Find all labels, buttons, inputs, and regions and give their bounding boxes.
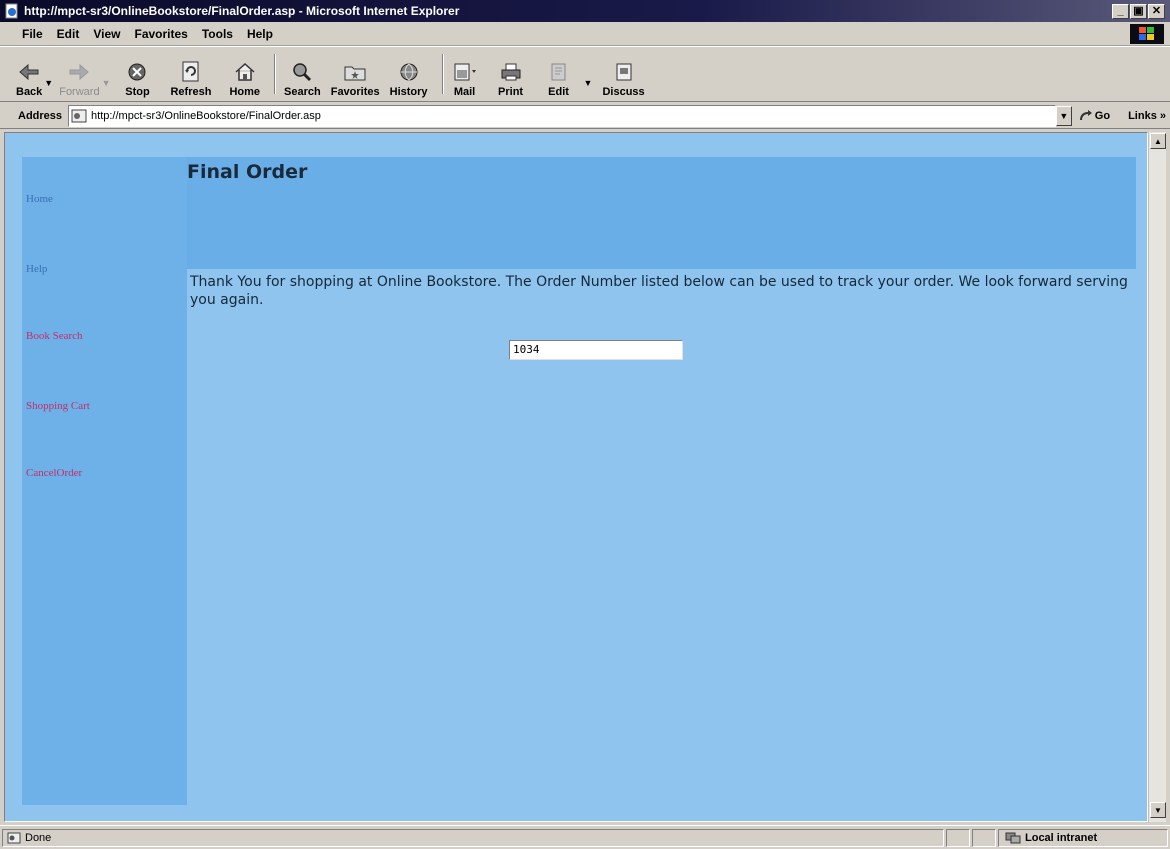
scroll-down-icon[interactable]: ▼: [1150, 802, 1166, 818]
toolbar-separator: [441, 54, 444, 94]
search-button[interactable]: Search: [284, 50, 321, 98]
history-globe-icon: [396, 60, 422, 84]
menu-tools[interactable]: Tools: [195, 27, 240, 41]
page-title: Final Order: [187, 161, 308, 183]
links-button[interactable]: Links »: [1128, 110, 1166, 122]
stop-icon: [124, 60, 150, 84]
mail-button[interactable]: Mail: [452, 50, 478, 98]
status-text-panel: Done: [2, 828, 944, 847]
zone-label: Local intranet: [1025, 831, 1098, 844]
favorites-folder-icon: [342, 60, 368, 84]
status-panel-blank: [972, 828, 996, 847]
page-done-icon: [7, 832, 21, 843]
status-text: Done: [25, 831, 52, 844]
address-label: Address: [18, 109, 63, 122]
address-url: http://mpct-sr3/OnlineBookstore/FinalOrd…: [91, 109, 321, 122]
thank-you-message: Thank You for shopping at Online Booksto…: [190, 274, 1128, 308]
standard-toolbar: Back ▼ Forward ▼ Stop Refresh Home Searc…: [0, 46, 1170, 102]
order-number-field[interactable]: 1034: [509, 340, 683, 360]
title-bar: http://mpct-sr3/OnlineBookstore/FinalOrd…: [0, 0, 1170, 22]
menu-favorites[interactable]: Favorites: [127, 27, 194, 41]
address-bar: Address http://mpct-sr3/OnlineBookstore/…: [0, 103, 1170, 129]
favorites-button[interactable]: Favorites: [331, 50, 380, 98]
forward-button[interactable]: Forward: [59, 50, 100, 98]
address-dropdown-icon[interactable]: ▼: [1055, 105, 1072, 126]
ie-page-icon: [5, 3, 18, 19]
nav-link-home[interactable]: Home: [26, 193, 53, 205]
go-arrow-icon: [1079, 109, 1092, 120]
forward-label: Forward: [59, 86, 100, 98]
history-label: History: [389, 86, 428, 98]
scroll-up-icon[interactable]: ▲: [1150, 133, 1166, 149]
links-label: Links: [1128, 109, 1157, 122]
favorites-label: Favorites: [330, 86, 380, 98]
menu-bar: File Edit View Favorites Tools Help: [0, 22, 1170, 46]
go-label: Go: [1094, 109, 1111, 122]
windows-logo-icon: [1130, 24, 1164, 44]
print-label: Print: [498, 86, 524, 98]
home-icon: [232, 60, 258, 84]
edit-label: Edit: [548, 86, 569, 98]
back-label: Back: [16, 86, 43, 98]
refresh-icon: [178, 60, 204, 84]
edit-dropdown-icon[interactable]: ▼: [584, 78, 593, 88]
vertical-scrollbar[interactable]: ▲ ▼: [1148, 132, 1166, 822]
security-zone-panel: Local intranet: [998, 828, 1168, 847]
discuss-button[interactable]: Discuss: [602, 50, 645, 98]
browser-window: http://mpct-sr3/OnlineBookstore/FinalOrd…: [0, 0, 1170, 849]
back-dropdown-icon[interactable]: ▼: [44, 78, 53, 88]
back-button[interactable]: Back: [16, 50, 42, 98]
menu-view[interactable]: View: [86, 27, 127, 41]
maximize-button[interactable]: ▣: [1130, 3, 1147, 19]
forward-arrow-icon: [66, 60, 92, 84]
edit-button[interactable]: Edit: [546, 50, 572, 98]
nav-link-book-search[interactable]: Book Search: [26, 330, 83, 342]
search-label: Search: [284, 86, 321, 98]
discuss-label: Discuss: [602, 86, 645, 98]
address-input[interactable]: http://mpct-sr3/OnlineBookstore/FinalOrd…: [68, 104, 1056, 127]
nav-link-shopping-cart[interactable]: Shopping Cart: [26, 400, 90, 412]
nav-link-help[interactable]: Help: [26, 263, 47, 275]
menu-help[interactable]: Help: [240, 27, 280, 41]
status-bar: Done Local intranet: [0, 825, 1170, 849]
toolbar-separator: [274, 54, 277, 94]
home-button[interactable]: Home: [229, 50, 260, 98]
minimize-button[interactable]: _: [1112, 3, 1129, 19]
menu-edit[interactable]: Edit: [50, 27, 87, 41]
status-panel-blank: [946, 828, 970, 847]
forward-dropdown-icon[interactable]: ▼: [102, 78, 111, 88]
refresh-label: Refresh: [170, 86, 212, 98]
stop-button[interactable]: Stop: [124, 50, 150, 98]
back-arrow-icon: [16, 60, 42, 84]
page-icon: [71, 109, 87, 122]
nav-link-cancel-order[interactable]: CancelOrder: [26, 467, 82, 479]
history-button[interactable]: History: [390, 50, 428, 98]
search-icon: [289, 60, 315, 84]
print-button[interactable]: Print: [498, 50, 524, 98]
home-label: Home: [229, 86, 261, 98]
printer-icon: [498, 60, 524, 84]
discuss-icon: [611, 60, 637, 84]
refresh-button[interactable]: Refresh: [170, 50, 211, 98]
left-navigation: Home Help Book Search Shopping Cart Canc…: [22, 157, 187, 805]
close-button[interactable]: ✕: [1148, 3, 1165, 19]
mail-label: Mail: [453, 86, 476, 98]
page-viewport: Home Help Book Search Shopping Cart Canc…: [4, 132, 1148, 822]
menu-file[interactable]: File: [0, 27, 50, 41]
mail-icon: [452, 60, 478, 84]
go-button[interactable]: Go: [1078, 109, 1111, 122]
stop-label: Stop: [125, 86, 150, 98]
intranet-icon: [1005, 832, 1021, 843]
window-title: http://mpct-sr3/OnlineBookstore/FinalOrd…: [24, 4, 460, 18]
edit-page-icon: [546, 60, 572, 84]
page-header-band: [187, 157, 1136, 269]
